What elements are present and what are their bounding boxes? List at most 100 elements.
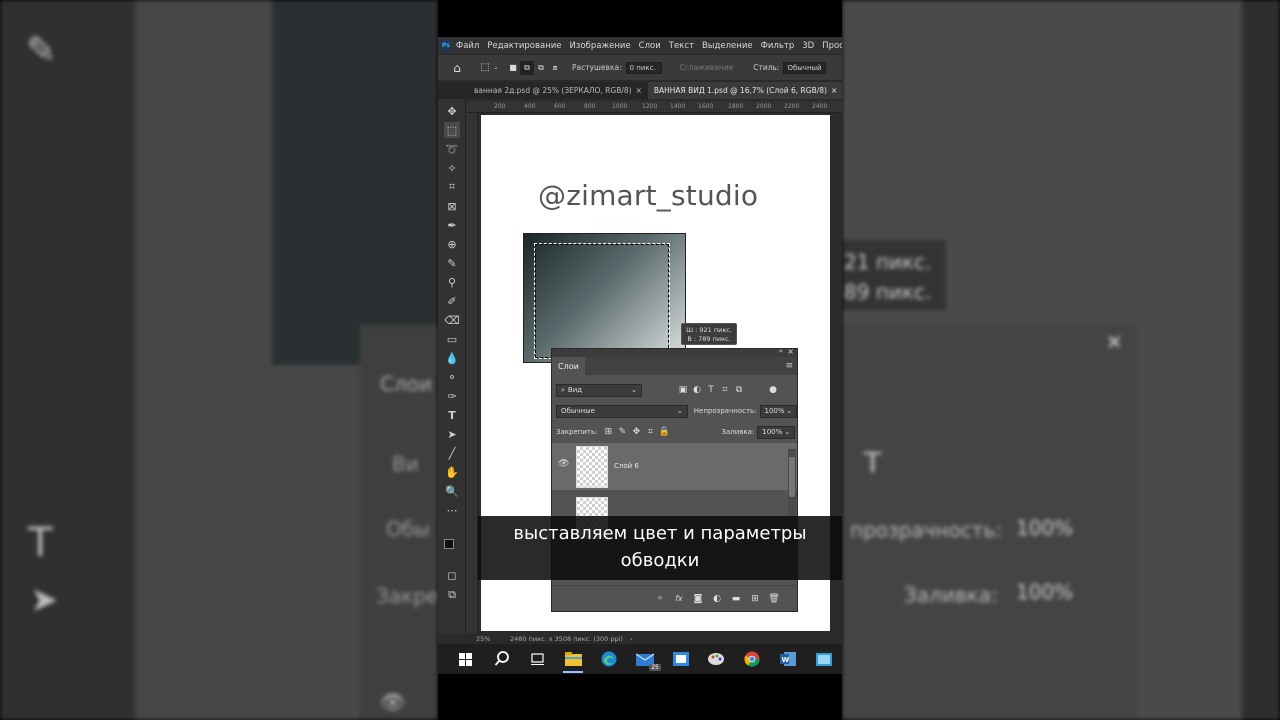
zoom-level[interactable]: 25% [476,635,490,643]
windows-start-icon[interactable] [448,644,484,674]
bg-opacity-value: 100% [1016,516,1074,540]
fill-input[interactable]: 100% ⌄ [757,425,796,439]
path-select-icon[interactable]: ➤ [444,426,460,442]
crop-tool-icon[interactable]: ⌗ [444,179,460,195]
lock-all-icon[interactable]: 🔒 [657,427,671,437]
menu-select[interactable]: Выделение [702,41,753,51]
adjustment-layer-icon[interactable]: ◐ [710,594,724,604]
menu-layers[interactable]: Слои [639,41,661,51]
marquee-preset-icon[interactable]: ⬚ [478,61,492,75]
pen-tool-icon[interactable]: ✑ [444,388,460,404]
tab-doc-2-close-icon[interactable]: × [831,86,837,95]
marquee-tool-icon[interactable]: ⬚ [444,122,460,138]
layer-row[interactable]: 👁 Слой 6 [552,443,797,490]
lock-row: Закрепить: ⊞ ✎ ✥ ⌗ 🔒 Заливка: 100% ⌄ [552,424,797,440]
menu-edit[interactable]: Редактирование [487,41,561,51]
new-layer-icon[interactable]: ⊞ [748,594,762,604]
frame-tool-icon[interactable]: ⊠ [444,198,460,214]
move-tool-icon[interactable]: ✥ [444,103,460,119]
menu-file[interactable]: Файл [456,41,479,51]
blend-mode-select[interactable]: Обычные ⌄ [556,404,688,418]
antialias-label[interactable]: Сглаживание [680,63,734,72]
screen-mode-icon[interactable]: ⧉ [444,587,460,603]
close-panel-icon[interactable]: × [787,347,794,356]
menu-filter[interactable]: Фильтр [761,41,795,51]
bg-opacity: прозрачность: [850,518,1002,542]
dodge-tool-icon[interactable]: ⚬ [444,369,460,385]
paint-app-icon[interactable] [699,644,735,674]
filter-toggle-icon[interactable]: ● [766,385,780,395]
chevron-down-icon[interactable]: ⌄ [492,61,500,75]
menu-type[interactable]: Текст [669,41,694,51]
tab-doc-1[interactable]: ванная 2д.psd @ 25% (ЗЕРКАЛО, RGB/8) × [438,82,648,99]
healing-brush-icon[interactable]: ⊕ [444,236,460,252]
tab-doc-1-close-icon[interactable]: × [636,86,642,95]
tab-doc-2-label: ВАННАЯ ВИД 1.psd @ 16,7% (Слой 6, RGB/8) [653,86,827,95]
group-folder-icon[interactable]: ▬ [729,594,743,604]
filter-type-icon[interactable]: T [704,385,718,395]
blur-tool-icon[interactable]: 💧 [444,350,460,366]
intersect-selection-icon[interactable]: ⧈ [548,61,562,75]
lasso-tool-icon[interactable]: ➰ [444,141,460,157]
hand-tool-icon[interactable]: ✋ [444,464,460,480]
history-brush-icon[interactable]: ✐ [444,293,460,309]
filter-pixel-icon[interactable]: ▣ [676,385,690,395]
status-bar: 25% 2480 пикс. x 3508 пикс. (300 ppi) › [438,634,842,644]
chrome-icon[interactable] [735,644,771,674]
menu-3d[interactable]: 3D [802,41,814,51]
menu-bar: Ps Файл Редактирование Изображение Слои … [438,37,842,54]
word-icon[interactable]: W [770,644,806,674]
task-view-icon[interactable] [520,644,556,674]
screen-app-icon[interactable] [806,644,842,674]
menu-image[interactable]: Изображение [570,41,631,51]
zoom-tool-icon[interactable]: 🔍 [444,483,460,499]
opacity-input[interactable]: 100% ⌄ [759,404,797,418]
menu-view[interactable]: Просмотр [822,41,842,51]
lock-image-icon[interactable]: ✎ [615,427,629,437]
brush-tool-icon[interactable]: ✎ [444,255,460,271]
eyedropper-icon[interactable]: ✒ [444,217,460,233]
gradient-tool-icon[interactable]: ▭ [444,331,460,347]
magic-wand-icon[interactable]: ✧ [444,160,460,176]
style-select[interactable]: Обычный [783,61,826,74]
mail-icon[interactable]: 25 [627,644,663,674]
filter-adjustment-icon[interactable]: ◐ [690,385,704,395]
add-selection-icon[interactable]: ⧉ [520,60,534,75]
more-tools-icon[interactable]: ⋯ [444,502,460,518]
stamp-tool-icon[interactable]: ⚲ [444,274,460,290]
subtract-selection-icon[interactable]: ⧉ [534,61,548,75]
file-explorer-icon[interactable] [555,644,591,674]
panel-menu-icon[interactable]: ≡ [785,361,793,371]
lock-artboard-icon[interactable]: ⌗ [643,427,657,437]
lock-position-icon[interactable]: ✥ [629,427,643,437]
fx-icon[interactable]: fx [672,594,686,603]
feather-input[interactable]: 0 пикс. [625,61,662,74]
visibility-eye-icon[interactable]: 👁 [558,459,569,469]
filter-kind-select[interactable]: ⌕ Вид ⌄ [556,383,642,397]
edge-browser-icon[interactable] [591,644,627,674]
foreground-color-swatch[interactable] [444,539,454,549]
home-icon[interactable]: ⌂ [450,61,464,75]
search-icon[interactable] [484,644,520,674]
new-selection-icon[interactable]: ■ [506,61,520,75]
collapse-panel-icon[interactable]: « [779,347,783,355]
lock-transparent-icon[interactable]: ⊞ [601,427,615,437]
eraser-icon[interactable]: ⌫ [444,312,460,328]
filter-smart-object-icon[interactable]: ⧉ [732,385,746,395]
scrollbar-thumb[interactable] [789,457,795,497]
trash-icon[interactable]: 🗑 [767,594,781,604]
app-window-icon[interactable] [663,644,699,674]
tab-doc-2[interactable]: ВАННАЯ ВИД 1.psd @ 16,7% (Слой 6, RGB/8)… [647,82,842,99]
ruler-left [466,113,478,634]
tab-layers[interactable]: Слои [552,357,585,375]
filter-shape-icon[interactable]: ⌗ [718,385,732,395]
selection-marquee[interactable] [534,243,670,359]
link-layers-icon[interactable]: ⚭ [653,594,667,604]
line-tool-icon[interactable]: ╱ [444,445,460,461]
quick-mask-icon[interactable]: ◻ [444,567,460,583]
watermark-text: @zimart_studio [538,179,759,212]
type-tool-icon[interactable]: T [444,407,460,423]
chevron-right-icon[interactable]: › [630,635,633,643]
add-mask-icon[interactable]: ◙ [691,594,705,604]
doc-info[interactable]: 2480 пикс. x 3508 пикс. (300 ppi) [510,635,623,643]
